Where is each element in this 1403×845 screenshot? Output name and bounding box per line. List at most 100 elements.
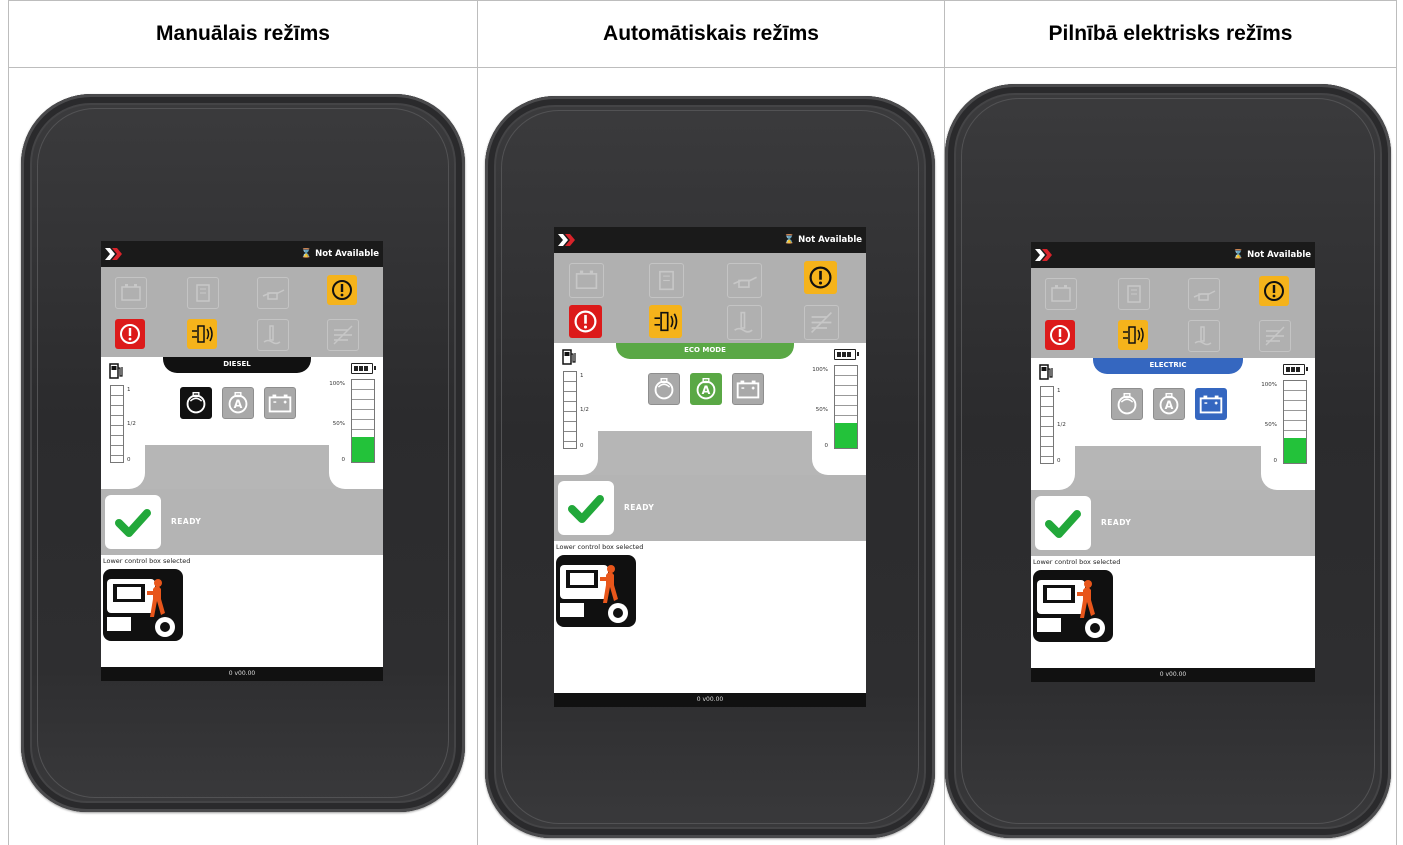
diesel-mode-button[interactable] — [180, 387, 212, 419]
battery-gauge — [1283, 380, 1307, 464]
battery-level-fill — [835, 423, 857, 448]
battery-label-full: 100% — [806, 367, 828, 373]
filter-icon — [649, 263, 684, 298]
power-mode-panel: 1 1/2 0 100% 50% 0 DIESEL A — [101, 357, 383, 489]
display-screen: ⌛Not Available 1 1/2 0 100% 50% 0 ECO MO… — [554, 227, 866, 707]
battery-icon — [569, 263, 604, 298]
glow-plug-icon — [187, 319, 217, 349]
power-mode-panel: 1 1/2 0 100% 50% 0 ECO MODE A — [554, 343, 866, 475]
diesel-mode-button[interactable] — [1111, 388, 1143, 420]
battery-mode-icon — [733, 374, 763, 404]
fuel-pump-icon — [109, 363, 123, 379]
svg-text:A: A — [234, 398, 243, 411]
power-mode-panel: 1 1/2 0 100% 50% 0 ELECTRIC A — [1031, 358, 1315, 490]
battery-label-half: 50% — [1255, 422, 1277, 428]
diesel-engine-icon — [649, 374, 679, 404]
fuel-label-half: 1/2 — [127, 421, 136, 427]
version-footer: 0 v00.00 — [1031, 668, 1315, 682]
auto-mode-button[interactable]: A — [690, 373, 722, 405]
ready-check-icon — [558, 481, 614, 535]
exhaust-icon — [804, 305, 839, 340]
column-header-electric: Pilnībā elektrisks režīms — [945, 1, 1397, 68]
fuel-label-half: 1/2 — [1057, 422, 1066, 428]
battery-label-empty: 0 — [1255, 458, 1277, 464]
control-box-panel: Lower control box selected — [554, 541, 866, 693]
ready-panel: READY — [554, 475, 866, 541]
warning-lights-panel — [554, 253, 866, 343]
diesel-mode-button[interactable] — [648, 373, 680, 405]
electric-mode-button[interactable] — [1195, 388, 1227, 420]
column-header-auto: Automātiskais režīms — [478, 1, 945, 68]
availability-label: Not Available — [1247, 250, 1311, 260]
brand-chevron-icon — [1035, 249, 1053, 261]
ready-label: READY — [1101, 518, 1131, 527]
filter-icon — [187, 277, 219, 309]
battery-panel: 100% 50% 0 — [1261, 358, 1315, 490]
stop-warning-icon — [1045, 320, 1075, 350]
column-header-manual: Manuālais režīms — [9, 1, 478, 68]
fuel-gauge — [1040, 386, 1054, 464]
modes-table: Manuālais režīms Automātiskais režīms Pi… — [8, 0, 1397, 845]
cell-auto: ⌛Not Available 1 1/2 0 100% 50% 0 ECO MO… — [478, 68, 945, 845]
oil-can-icon — [727, 263, 762, 298]
brand-chevron-icon — [558, 234, 576, 246]
mode-bar: DIESEL — [163, 357, 311, 373]
battery-status-icon — [351, 363, 373, 374]
glow-plug-icon — [1118, 320, 1148, 350]
electric-mode-button[interactable] — [264, 387, 296, 419]
fuel-panel: 1 1/2 0 — [1031, 358, 1075, 490]
lower-control-box-icon — [103, 569, 183, 641]
fuel-panel: 1 1/2 0 — [554, 343, 598, 475]
version-footer: 0 v00.00 — [101, 667, 383, 681]
fuel-label-empty: 0 — [580, 443, 584, 449]
status-bar: ⌛Not Available — [101, 241, 383, 267]
auto-mode-button[interactable]: A — [222, 387, 254, 419]
display-screen: ⌛Not Available 1 1/2 0 100% 50% 0 DIESEL… — [101, 241, 383, 681]
ready-panel: READY — [1031, 490, 1315, 556]
version-footer: 0 v00.00 — [554, 693, 866, 707]
mode-bar: ELECTRIC — [1093, 358, 1243, 374]
control-box-status: Lower control box selected — [1033, 558, 1120, 566]
mode-bar: ECO MODE — [616, 343, 794, 359]
fuel-pump-icon — [1039, 364, 1053, 380]
ready-panel: READY — [101, 489, 383, 555]
fuel-panel: 1 1/2 0 — [101, 357, 145, 489]
battery-label-full: 100% — [323, 381, 345, 387]
diesel-engine-icon — [1112, 389, 1142, 419]
stop-warning-icon — [569, 305, 602, 338]
battery-panel: 100% 50% 0 — [329, 357, 383, 489]
display-screen: ⌛Not Available 1 1/2 0 100% 50% 0 ELECTR… — [1031, 242, 1315, 682]
coolant-icon — [727, 305, 762, 340]
lower-control-box-icon — [1033, 570, 1113, 642]
engine-warning-icon — [327, 275, 357, 305]
oil-can-icon — [257, 277, 289, 309]
filter-icon — [1118, 278, 1150, 310]
battery-label-half: 50% — [323, 421, 345, 427]
control-box-panel: Lower control box selected — [101, 555, 383, 667]
engine-warning-icon — [1259, 276, 1289, 306]
fuel-gauge — [110, 385, 124, 463]
ready-check-icon — [105, 495, 161, 549]
electric-mode-button[interactable] — [732, 373, 764, 405]
hourglass-icon: ⌛ — [784, 235, 795, 245]
cell-manual: ⌛Not Available 1 1/2 0 100% 50% 0 DIESEL… — [9, 68, 478, 845]
fuel-pump-icon — [562, 349, 576, 365]
status-bar: ⌛Not Available — [554, 227, 866, 253]
battery-status-icon — [1283, 364, 1305, 375]
battery-gauge — [351, 379, 375, 463]
auto-mode-button[interactable]: A — [1153, 388, 1185, 420]
battery-label-half: 50% — [806, 407, 828, 413]
glow-plug-icon — [649, 305, 682, 338]
status-bar: ⌛Not Available — [1031, 242, 1315, 268]
coolant-icon — [257, 319, 289, 351]
ready-check-icon — [1035, 496, 1091, 550]
battery-panel: 100% 50% 0 — [812, 343, 866, 475]
fuel-label-full: 1 — [127, 387, 131, 393]
brand-chevron-icon — [105, 248, 123, 260]
hourglass-icon: ⌛ — [1233, 250, 1244, 260]
lower-control-box-icon — [556, 555, 636, 627]
fuel-gauge — [563, 371, 577, 449]
availability-label: Not Available — [315, 249, 379, 259]
battery-label-full: 100% — [1255, 382, 1277, 388]
battery-label-empty: 0 — [806, 443, 828, 449]
